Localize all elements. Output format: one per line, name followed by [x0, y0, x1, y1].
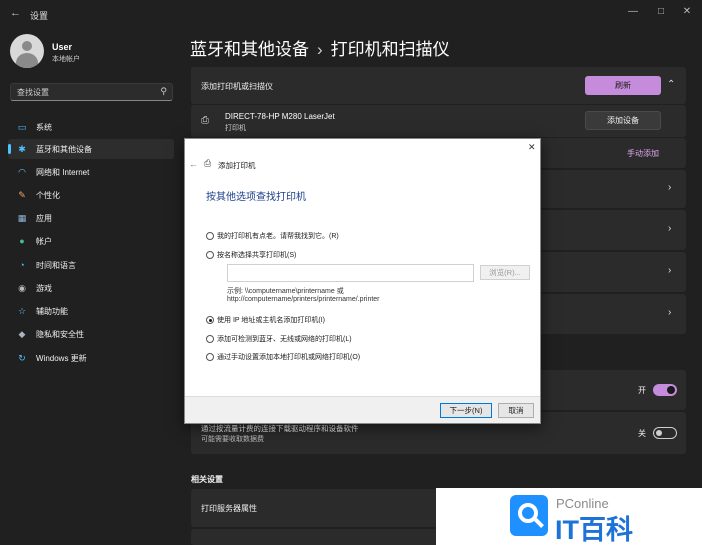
- sidebar-item-label: Windows 更新: [36, 354, 87, 363]
- pconline-logo-icon: [510, 495, 548, 536]
- account-type: 本地帐户: [52, 56, 80, 63]
- toggle-on-label: 开: [638, 386, 646, 395]
- dialog-footer: 下一步(N) 取消: [185, 396, 540, 423]
- option-label-0[interactable]: 我的打印机有点老。请帮我找到它。(R): [217, 231, 339, 241]
- device-type: 打印机: [225, 125, 246, 132]
- avatar[interactable]: [10, 34, 44, 68]
- example-text-1: 示例: \\computername\printername 或: [227, 288, 344, 295]
- toggle-switch-off[interactable]: [653, 427, 677, 439]
- system-icon: ▭: [17, 122, 27, 132]
- dialog-back-icon[interactable]: ←: [189, 159, 198, 169]
- manual-add-link[interactable]: 手动添加: [627, 148, 659, 159]
- sidebar-item-label: 系统: [36, 123, 52, 132]
- add-printer-label: 添加打印机或扫描仪: [201, 82, 273, 91]
- printer-icon: ⎙: [204, 158, 212, 168]
- minimize-icon[interactable]: —: [626, 5, 640, 19]
- sidebar-item-9[interactable]: ◆ 隐私和安全性: [8, 324, 174, 344]
- option-label-3[interactable]: 添加可检测到蓝牙、无线或网络的打印机(L): [217, 334, 352, 344]
- search-icon[interactable]: ⚲: [160, 86, 167, 97]
- option-radio-0[interactable]: [206, 232, 214, 240]
- option-label-2[interactable]: 使用 IP 地址或主机名添加打印机(I): [217, 315, 325, 325]
- option-radio-3[interactable]: [206, 335, 214, 343]
- sidebar-item-10[interactable]: ↻ Windows 更新: [8, 348, 174, 368]
- toggle-switch-on[interactable]: [653, 384, 677, 396]
- account-icon: ●: [19, 236, 25, 246]
- sidebar-item-label: 网络和 Internet: [36, 168, 90, 177]
- accessibility-icon: ☆: [17, 306, 27, 316]
- add-device-button[interactable]: 添加设备: [585, 111, 661, 130]
- bluetooth-icon: ✱: [18, 144, 26, 154]
- dialog-close-icon[interactable]: ✕: [528, 142, 536, 153]
- sidebar-item-6[interactable]: ◔ 时间和语言: [8, 255, 174, 275]
- title-bar: ← 设置 — □ ✕: [0, 0, 702, 28]
- sidebar-item-4[interactable]: ▦ 应用: [8, 208, 174, 228]
- gamepad-icon: ◉: [18, 283, 26, 293]
- sidebar-item-label: 个性化: [36, 191, 60, 200]
- toggle-off-label: 关: [638, 429, 646, 438]
- option-label-1[interactable]: 按名称选择共享打印机(S): [217, 250, 296, 260]
- dialog-title: 添加打印机: [218, 161, 256, 170]
- apps-icon: ▦: [17, 213, 27, 223]
- printer-icon: ⎙: [201, 115, 209, 126]
- sidebar-item-label: 游戏: [36, 284, 52, 293]
- chevron-right-icon: ›: [668, 265, 672, 276]
- refresh-button[interactable]: 刷新: [585, 76, 661, 95]
- cancel-button[interactable]: 取消: [498, 403, 534, 418]
- pconline-watermark: PConline IT百科: [436, 488, 702, 545]
- sidebar-item-5[interactable]: ● 帐户: [8, 231, 174, 251]
- example-text-2: http://computername/printers/printername…: [227, 296, 380, 303]
- related-settings-header: 相关设置: [191, 475, 223, 484]
- maximize-icon[interactable]: □: [654, 5, 668, 19]
- breadcrumb: 蓝牙和其他设备 › 打印机和扫描仪: [190, 35, 450, 60]
- shield-icon: ◆: [18, 329, 26, 339]
- search-input[interactable]: 查找设置 ⚲: [10, 83, 173, 101]
- chevron-up-icon[interactable]: ⌃: [667, 79, 675, 90]
- chevron-right-icon: ›: [668, 307, 672, 318]
- option-radio-2[interactable]: [206, 316, 214, 324]
- option-label-4[interactable]: 通过手动设置添加本地打印机或网络打印机(O): [217, 352, 360, 362]
- add-printer-dialog: ✕ ← ⎙ 添加打印机 按其他选项查找打印机 我的打印机有点老。请帮我找到它。(…: [184, 138, 541, 424]
- share-name-input[interactable]: [227, 264, 474, 282]
- active-indicator: [8, 144, 11, 154]
- option-radio-1[interactable]: [206, 251, 214, 259]
- close-icon[interactable]: ✕: [680, 5, 694, 19]
- sidebar-item-label: 时间和语言: [36, 261, 76, 270]
- sidebar-item-label: 应用: [36, 214, 52, 223]
- sidebar-item-0[interactable]: ▭ 系统: [8, 117, 174, 137]
- sidebar-item-2[interactable]: ◠ 网络和 Internet: [8, 162, 174, 182]
- sidebar-item-label: 辅助功能: [36, 307, 68, 316]
- sidebar-item-8[interactable]: ☆ 辅助功能: [8, 301, 174, 321]
- update-icon: ↻: [18, 353, 26, 363]
- search-placeholder: 查找设置: [17, 88, 49, 97]
- sidebar-item-1[interactable]: ✱ 蓝牙和其他设备: [8, 139, 174, 159]
- sidebar-item-label: 帐户: [36, 237, 52, 246]
- print-server-label: 打印服务器属性: [201, 504, 257, 513]
- breadcrumb-parent[interactable]: 蓝牙和其他设备: [190, 40, 309, 59]
- option-radio-4[interactable]: [206, 353, 214, 361]
- dialog-heading: 按其他选项查找打印机: [206, 192, 306, 203]
- brush-icon: ✎: [18, 190, 26, 200]
- chevron-right-icon: ›: [668, 182, 672, 193]
- user-name: User: [52, 42, 73, 52]
- back-arrow-icon[interactable]: ←: [10, 7, 22, 19]
- globe-clock-icon: ◔: [19, 260, 25, 270]
- device-name: DIRECT-78-HP M280 LaserJet: [225, 112, 335, 121]
- wifi-icon: ◠: [18, 167, 26, 177]
- sidebar-item-3[interactable]: ✎ 个性化: [8, 185, 174, 205]
- metered-title: 通过按流量计费的连接下载驱动程序和设备软件: [201, 424, 359, 433]
- app-title: 设置: [30, 11, 49, 21]
- watermark-text: IT百科: [555, 515, 633, 545]
- breadcrumb-separator: ›: [317, 40, 323, 59]
- sidebar-item-7[interactable]: ◉ 游戏: [8, 278, 174, 298]
- next-button[interactable]: 下一步(N): [440, 403, 492, 418]
- sidebar-item-label: 隐私和安全性: [36, 330, 84, 339]
- sidebar-item-label: 蓝牙和其他设备: [36, 145, 92, 154]
- browse-button[interactable]: 浏览(R)...: [480, 265, 530, 280]
- chevron-right-icon: ›: [668, 223, 672, 234]
- metered-subtitle: 可能需要收取数据费: [201, 436, 264, 443]
- page-title: 打印机和扫描仪: [330, 40, 450, 59]
